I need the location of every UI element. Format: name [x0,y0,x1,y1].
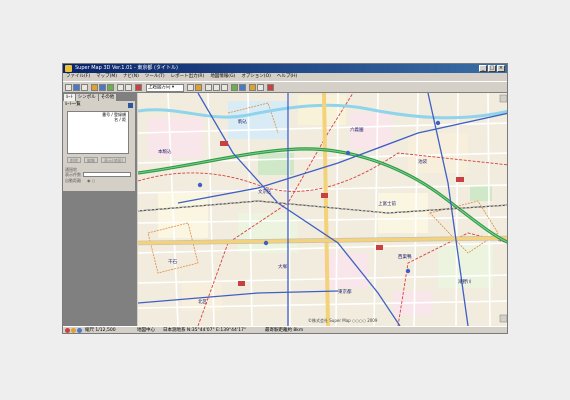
menu-file[interactable]: ファイル(F) [66,73,90,81]
distance-info: 最寄駅距離約 8km [265,328,304,333]
window-title: Super Map 3D Ver.1.01 - 東京都 (タイトル) [75,65,178,71]
route-icon[interactable] [99,84,106,91]
signal-icon [71,328,76,333]
menu-map-info[interactable]: 地図情報(G) [210,73,235,81]
map-label: 大塚 [278,263,287,270]
settings-icon[interactable] [257,84,264,91]
redo-icon[interactable] [213,84,220,91]
tab-other[interactable]: その他 [98,94,117,101]
map-label: 上富士前 [378,200,396,207]
status-bar: 縮尺 1/12,500 地図中心 日本測地系 N:35°44'07" E:139… [63,326,507,333]
print-icon[interactable] [91,84,98,91]
zoom-in-icon[interactable] [117,84,124,91]
map-label: 西巣鴨 [398,253,412,260]
menu-options[interactable]: オプション(O) [241,73,271,81]
map-label: 駒込 [238,118,247,125]
show-on-map-button[interactable]: 表示(地図) [101,157,127,163]
toolbar: 上越図方向 ▾ [63,81,507,93]
count-label: 表示件数 [65,172,81,177]
view-direction-select[interactable]: 上越図方向 ▾ [146,84,184,92]
navigation-icon[interactable] [239,84,246,91]
map-label: 文京区 [258,188,272,195]
open-icon[interactable] [73,84,80,91]
select-icon[interactable] [221,84,228,91]
map-label: 池袋 [418,158,427,165]
map-label: 東京都 [338,288,352,295]
new-icon[interactable] [65,84,72,91]
menu-navi[interactable]: ナビ(N) [123,73,139,81]
title-bar[interactable]: Super Map 3D Ver.1.01 - 東京都 (タイトル) _ □ × [63,64,507,73]
window-controls: _ □ × [479,65,505,72]
map-label: 千石 [168,258,177,265]
hand-icon[interactable] [187,84,194,91]
map-scroll-controls[interactable] [499,94,507,323]
menu-report[interactable]: レポート出力(R) [171,73,205,81]
panel-tabs: ﾙｰﾄ シンボル その他 [64,94,117,101]
app-icon [65,65,72,72]
bookmark-icon[interactable] [249,84,256,91]
undo-icon[interactable] [205,84,212,91]
marker-icon[interactable] [135,84,142,91]
route-list-header: 番号 / 登録順 名 / 距 [102,112,126,122]
map-copyright: ©株式会社 Super Map ○○○○ 2009 [308,317,378,323]
tab-symbol[interactable]: シンボル [75,94,98,101]
map-center-label: 地図中心 [137,328,155,333]
flag-icon[interactable] [267,84,274,91]
edit-button[interactable]: 編集 [84,157,98,163]
menu-map[interactable]: マップ(M) [96,73,117,81]
delete-button[interactable]: 削除 [67,157,81,163]
save-icon[interactable] [81,84,88,91]
panel-close-icon[interactable] [128,103,133,108]
menu-bar: ファイル(F) マップ(M) ナビ(N) ツール(T) レポート出力(R) 地図… [63,73,507,81]
map-label: 本駒込 [158,148,172,155]
app-window: Super Map 3D Ver.1.01 - 東京都 (タイトル) _ □ ×… [62,63,508,334]
measure-icon[interactable] [195,84,202,91]
zoom-out-icon[interactable] [125,84,132,91]
scale-readout: 縮尺 1/12,500 [85,328,116,333]
route-list[interactable]: 番号 / 登録順 名 / 距 [67,111,129,154]
map-label: 六義園 [350,126,364,133]
coordinates-readout: 日本測地系 N:35°44'07" E:139°44'17" [163,328,246,333]
menu-help[interactable]: ヘルプ(H) [277,73,297,81]
distance-radio-icon[interactable]: ◉ ○ [87,178,95,183]
search-icon[interactable] [231,84,238,91]
menu-tool[interactable]: ツール(T) [145,73,165,81]
distance-label: 自動距離 [65,178,81,183]
map-canvas[interactable]: 駒込 六義園 本駒込 文京区 上富士前 千石 大塚 池袋 西巣鴨 東京都 滝野川… [138,93,507,326]
close-button[interactable]: × [497,65,505,72]
panel-heading: ﾙｰﾄ一覧 [65,102,81,107]
minimize-button[interactable]: _ [479,65,487,72]
maximize-button[interactable]: □ [488,65,496,72]
sync-icon [77,328,82,333]
map-drawing: 駒込 六義園 本駒込 文京区 上富士前 千石 大塚 池袋 西巣鴨 東京都 滝野川… [138,93,507,326]
layer-icon[interactable] [107,84,114,91]
tab-route[interactable]: ﾙｰﾄ [64,94,75,101]
gps-icon [65,328,70,333]
side-panel: ﾙｰﾄ シンボル その他 ﾙｰﾄ一覧 番号 / 登録順 名 / 距 削除 編集 … [63,93,137,326]
count-field[interactable] [83,172,131,177]
map-label: 北区 [198,298,207,305]
panel-buttons: 削除 編集 表示(地図) [67,157,127,163]
route-panel: ﾙｰﾄ一覧 番号 / 登録順 名 / 距 削除 編集 表示(地図) 通過地 表示… [63,101,135,191]
map-label: 滝野川 [458,278,472,285]
